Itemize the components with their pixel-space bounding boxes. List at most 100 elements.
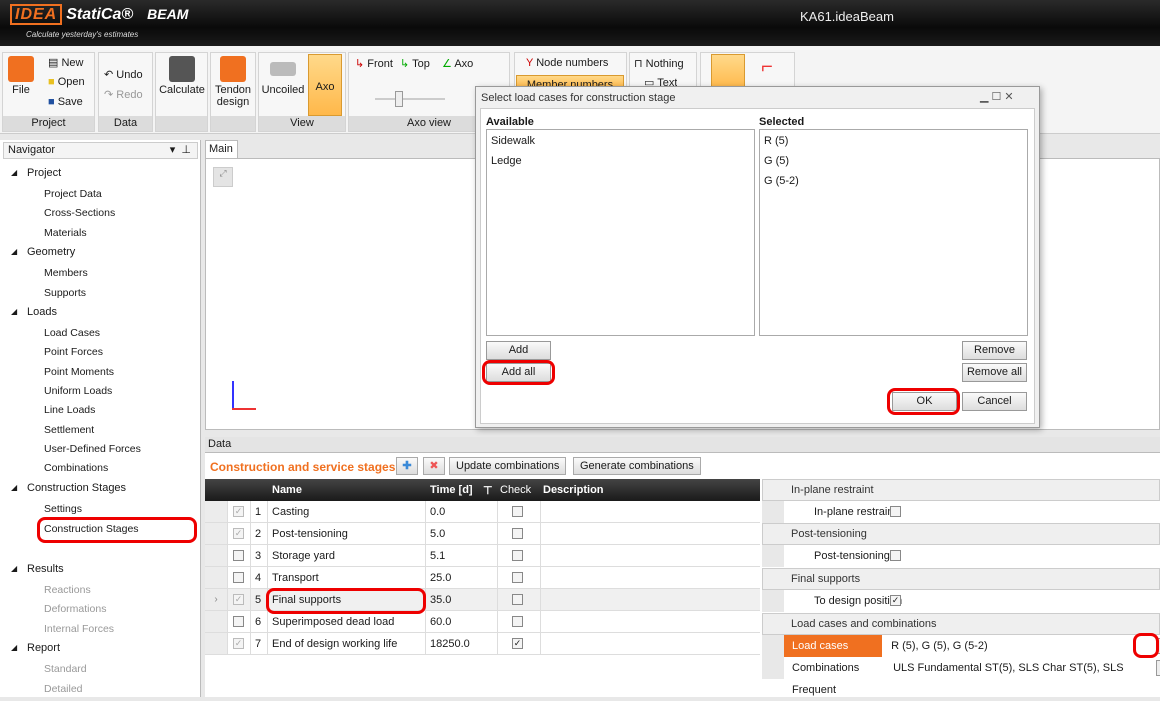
active-checkbox[interactable]	[233, 550, 244, 561]
row-selector[interactable]: ›	[205, 589, 227, 610]
active-checkbox[interactable]: ✓	[233, 638, 244, 649]
nav-item[interactable]: Point Moments	[44, 366, 114, 378]
add-stage-button[interactable]: ✚	[396, 457, 418, 475]
nav-item[interactable]: Deformations	[44, 603, 106, 615]
group-final-supports[interactable]: Final supports	[762, 568, 1160, 590]
nav-item[interactable]: Project Data	[44, 188, 102, 200]
active-checkbox[interactable]: ✓	[233, 506, 244, 517]
file-button[interactable]: File	[6, 56, 36, 96]
table-row[interactable]: ✓ 2 Post-tensioning 5.0	[205, 523, 760, 545]
table-row[interactable]: 4 Transport 25.0	[205, 567, 760, 589]
active-checkbox[interactable]	[233, 616, 244, 627]
update-combinations-button[interactable]: Update combinations	[449, 457, 567, 475]
design-position-checkbox[interactable]: ✓	[890, 595, 901, 606]
nav-item[interactable]: Point Forces	[44, 346, 103, 358]
stage-time[interactable]: 18250.0	[430, 638, 470, 650]
generate-combinations-button[interactable]: Generate combinations	[573, 457, 701, 475]
row-selector[interactable]	[205, 567, 227, 588]
nav-item[interactable]: Members	[44, 267, 88, 279]
nav-item[interactable]: Cross-Sections	[44, 207, 115, 219]
redo-button[interactable]: ↷ Redo	[104, 88, 143, 101]
active-checkbox[interactable]: ✓	[233, 594, 244, 605]
stage-name[interactable]: End of design working life	[272, 638, 397, 650]
check-checkbox[interactable]	[512, 506, 523, 517]
add-button[interactable]: Add	[486, 341, 551, 360]
edit-combinations-button[interactable]: ╱	[1156, 660, 1160, 676]
nav-item[interactable]: Settings	[44, 503, 82, 515]
post-tensioning-checkbox[interactable]	[890, 550, 901, 561]
remove-button[interactable]: Remove	[962, 341, 1027, 360]
check-checkbox[interactable]	[512, 616, 523, 627]
nav-item[interactable]: Materials	[44, 227, 87, 239]
stage-time[interactable]: 0.0	[430, 506, 445, 518]
expand-icon[interactable]: ◢	[11, 564, 17, 573]
in-plane-restraint-checkbox[interactable]	[890, 506, 901, 517]
row-selector[interactable]	[205, 633, 227, 654]
open-button[interactable]: ■ Open	[48, 76, 85, 88]
top-view-button[interactable]: ↳ Top	[400, 57, 430, 70]
nav-item[interactable]: Reactions	[44, 584, 91, 596]
expand-icon[interactable]: ◢	[11, 307, 17, 316]
table-row[interactable]: 3 Storage yard 5.1	[205, 545, 760, 567]
nav-item[interactable]: Settlement	[44, 424, 94, 436]
nav-item[interactable]: Project	[27, 167, 61, 179]
remove-all-button[interactable]: Remove all	[962, 363, 1027, 382]
nav-item[interactable]: Combinations	[44, 462, 108, 474]
stage-name[interactable]: Transport	[272, 572, 319, 584]
col-check[interactable]: Check	[500, 484, 531, 496]
nav-item[interactable]: Internal Forces	[44, 623, 114, 635]
nav-item[interactable]: User-Defined Forces	[44, 443, 141, 455]
calculate-button[interactable]: Calculate	[158, 56, 206, 96]
available-list[interactable]: Sidewalk Ledge	[486, 129, 755, 336]
node-numbers-button[interactable]: Y Node numbers	[526, 57, 608, 69]
expand-icon[interactable]: ◢	[11, 643, 17, 652]
stage-name[interactable]: Storage yard	[272, 550, 335, 562]
selected-list-item[interactable]: R (5)	[764, 135, 788, 147]
col-description[interactable]: Description	[543, 484, 604, 496]
nav-item[interactable]: Loads	[27, 306, 57, 318]
nav-item[interactable]: Standard	[44, 663, 87, 675]
active-checkbox[interactable]: ✓	[233, 528, 244, 539]
stage-name[interactable]: Superimposed dead load	[272, 616, 394, 628]
group-in-plane-restraint[interactable]: In-plane restraint	[762, 479, 1160, 501]
stage-name[interactable]: Post-tensioning	[272, 528, 348, 540]
new-button[interactable]: ▤ New	[48, 56, 83, 69]
available-list-item[interactable]: Sidewalk	[491, 135, 535, 147]
check-checkbox[interactable]	[512, 594, 523, 605]
axo-slider[interactable]	[375, 91, 445, 107]
table-row[interactable]: ✓ 1 Casting 0.0	[205, 501, 760, 523]
table-row[interactable]: ✓ 7 End of design working life 18250.0 ✓	[205, 633, 760, 655]
stage-time[interactable]: 5.0	[430, 528, 445, 540]
diagram-view-icon[interactable]: ⌐	[752, 56, 782, 86]
selected-list-item[interactable]: G (5-2)	[764, 175, 799, 187]
nav-item[interactable]: Construction Stages	[27, 482, 126, 494]
tendon-design-button[interactable]: Tendon design	[211, 56, 255, 108]
undo-button[interactable]: ↶ Undo	[104, 68, 143, 81]
check-checkbox[interactable]	[512, 528, 523, 539]
window-controls[interactable]: ▁ ☐ ✕	[980, 90, 1014, 103]
cancel-button[interactable]: Cancel	[962, 392, 1027, 411]
stage-time[interactable]: 5.1	[430, 550, 445, 562]
nav-item[interactable]: Report	[27, 642, 60, 654]
axo-button[interactable]: Axo	[308, 54, 342, 116]
save-button[interactable]: ■ Save	[48, 96, 83, 108]
check-checkbox[interactable]	[512, 550, 523, 561]
fit-view-icon[interactable]: ⤢	[213, 167, 233, 187]
nav-item[interactable]: Results	[27, 563, 64, 575]
nav-item[interactable]: Line Loads	[44, 404, 95, 416]
check-checkbox[interactable]: ✓	[512, 638, 523, 649]
nav-item[interactable]: Detailed	[44, 683, 83, 695]
group-load-cases[interactable]: Load cases and combinations	[762, 613, 1160, 635]
stage-time[interactable]: 35.0	[430, 594, 451, 606]
selected-list[interactable]: R (5) G (5) G (5-2)	[759, 129, 1028, 336]
uncoiled-button[interactable]: Uncoiled	[260, 56, 306, 96]
check-checkbox[interactable]	[512, 572, 523, 583]
group-post-tensioning[interactable]: Post-tensioning	[762, 523, 1160, 545]
available-list-item[interactable]: Ledge	[491, 155, 522, 167]
stage-name[interactable]: Casting	[272, 506, 309, 518]
active-checkbox[interactable]	[233, 572, 244, 583]
row-selector[interactable]	[205, 523, 227, 544]
stage-time[interactable]: 25.0	[430, 572, 451, 584]
axo-view-button[interactable]: ∠ Axo	[442, 57, 473, 70]
col-name[interactable]: Name	[272, 484, 302, 496]
